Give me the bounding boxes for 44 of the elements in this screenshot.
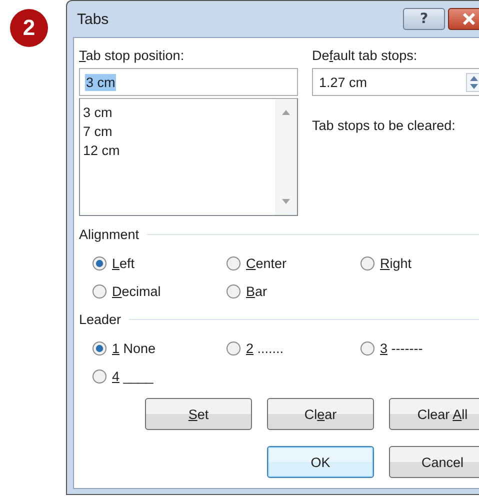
radio-button[interactable] — [226, 256, 241, 270]
radio-button[interactable] — [360, 256, 375, 270]
window-title: Tabs — [77, 10, 109, 28]
radio-button[interactable] — [92, 256, 107, 270]
field-label: Default tab stops: — [312, 47, 418, 65]
radio-button[interactable] — [92, 284, 107, 298]
radio-option[interactable]: Bar — [226, 281, 360, 301]
radio-button[interactable] — [226, 340, 241, 356]
up-arrow-icon[interactable] — [470, 76, 478, 80]
dialog-button[interactable]: Cancel — [389, 446, 479, 478]
help-button[interactable]: ? — [403, 8, 445, 30]
list-item[interactable]: 7 cm — [83, 122, 112, 141]
scroll-down-icon[interactable] — [281, 199, 291, 205]
group-title: Leader — [79, 312, 122, 326]
down-arrow-icon[interactable] — [470, 84, 478, 88]
default-tab-stops-field[interactable]: 1.27 cm — [312, 68, 479, 96]
dialog-button[interactable]: Clear — [267, 398, 374, 430]
scroll-up-icon[interactable] — [281, 109, 291, 115]
list-item[interactable]: 12 cm — [83, 141, 120, 160]
radio-option[interactable]: Right — [360, 253, 470, 273]
radio-button[interactable] — [92, 368, 107, 384]
section-label: Tab stops to be cleared: — [312, 117, 456, 135]
radio-option[interactable]: Left — [92, 253, 226, 273]
list-item[interactable]: 3 cm — [83, 103, 112, 122]
radio-button[interactable] — [226, 284, 241, 298]
radio-option[interactable]: Decimal — [92, 281, 226, 301]
dialog-button[interactable]: OK — [267, 446, 374, 478]
field-label: Tab stop position: — [79, 47, 186, 65]
close-icon — [462, 13, 476, 25]
radio-option[interactable]: Center — [226, 253, 360, 273]
close-button[interactable] — [448, 8, 479, 30]
spinner-arrows[interactable] — [466, 72, 479, 92]
dialog-button[interactable]: Set — [145, 398, 252, 430]
radio-option[interactable]: 1 None — [92, 338, 226, 358]
dialog-button[interactable]: Clear All — [389, 398, 479, 430]
radio-button[interactable] — [92, 340, 107, 356]
radio-button[interactable] — [360, 340, 375, 356]
radio-option[interactable]: 3 ------- — [360, 338, 470, 358]
scroll-bar[interactable] — [275, 99, 297, 215]
radio-option[interactable]: 4 ____ — [92, 366, 226, 386]
tab-stop-position-field[interactable]: 3 cm — [79, 68, 298, 96]
step-badge: 2 — [10, 9, 48, 47]
group-title: Alignment — [79, 226, 140, 242]
radio-option[interactable]: 2 ....... — [226, 338, 360, 358]
